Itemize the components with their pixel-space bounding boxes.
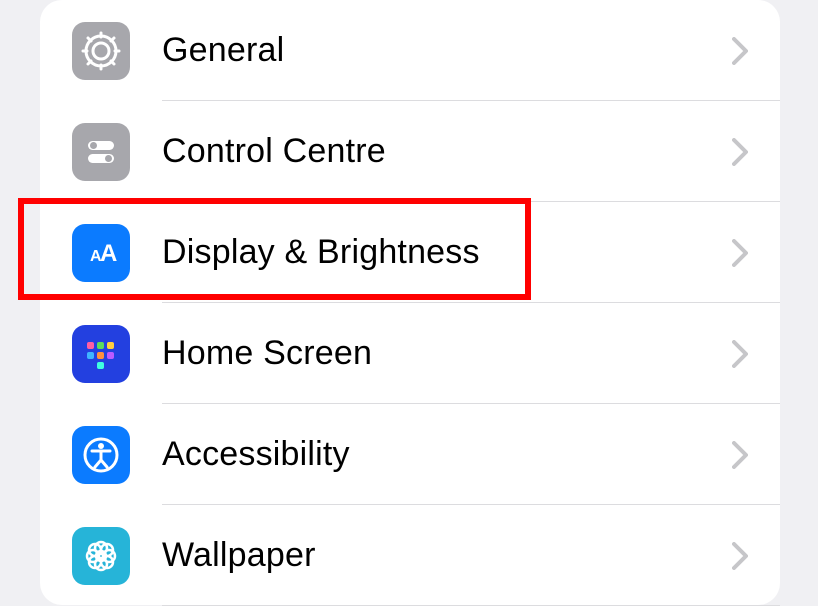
control-centre-icon [72,123,130,181]
settings-item-display-brightness[interactable]: A A Display & Brightness [40,202,780,303]
chevron-right-icon [732,239,748,267]
chevron-right-icon [732,340,748,368]
wallpaper-icon [72,527,130,585]
settings-item-label: Accessibility [162,435,732,474]
settings-item-accessibility[interactable]: Accessibility [40,404,780,505]
chevron-right-icon [732,138,748,166]
home-screen-icon [72,325,130,383]
chevron-right-icon [732,542,748,570]
chevron-right-icon [732,37,748,65]
settings-item-control-centre[interactable]: Control Centre [40,101,780,202]
settings-panel: General Control Centre [40,0,780,605]
settings-item-label: Control Centre [162,132,732,171]
gear-icon [72,22,130,80]
settings-item-label: Home Screen [162,334,732,373]
accessibility-icon [72,426,130,484]
settings-item-general[interactable]: General [40,0,780,101]
settings-list: General Control Centre [40,0,780,606]
settings-item-home-screen[interactable]: Home Screen [40,303,780,404]
chevron-right-icon [732,441,748,469]
settings-item-label: Display & Brightness [162,233,732,272]
svg-text:A: A [100,240,117,267]
settings-item-label: Wallpaper [162,536,732,575]
settings-item-label: General [162,31,732,70]
display-brightness-icon: A A [72,224,130,282]
settings-item-wallpaper[interactable]: Wallpaper [40,505,780,606]
